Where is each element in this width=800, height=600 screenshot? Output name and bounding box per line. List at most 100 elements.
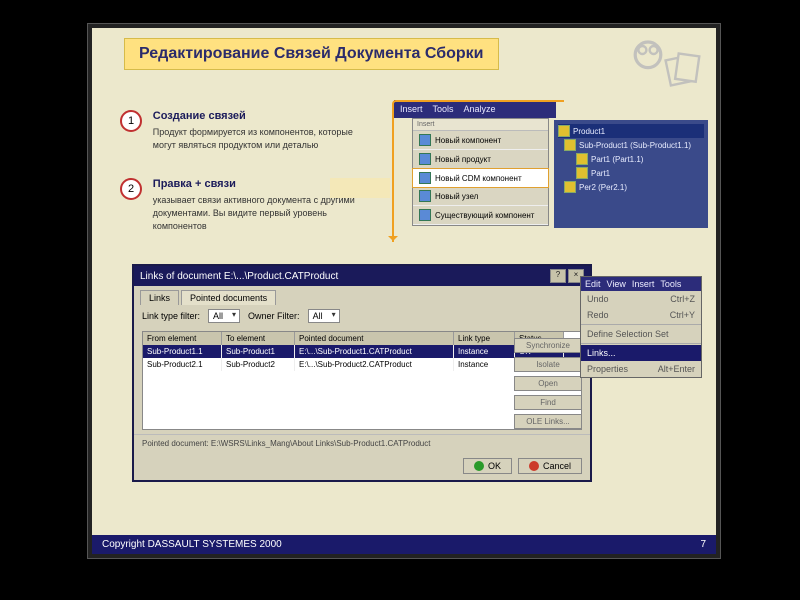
tree-node-root[interactable]: Product1	[558, 124, 704, 138]
cell: Sub-Product1.1	[143, 345, 222, 358]
menubar-item[interactable]: Edit	[585, 279, 601, 289]
component-icon	[419, 134, 431, 146]
edit-menu-popup: Edit View Insert Tools Undo Ctrl+Z Redo Ct…	[580, 276, 702, 378]
help-button[interactable]: ?	[550, 269, 566, 283]
tree-label: Sub-Product1 (Sub-Product1.1)	[579, 141, 691, 150]
menu-section: Insert	[413, 119, 548, 131]
app-menubar: Insert Tools Analyze	[394, 100, 556, 118]
menu-item-links[interactable]: Links...	[581, 345, 701, 361]
link-type-filter[interactable]: All	[208, 309, 240, 323]
menu-item-label: Новый компонент	[435, 136, 501, 145]
column-header[interactable]: From element	[143, 332, 222, 345]
tab-links[interactable]: Links	[140, 290, 179, 305]
menubar-item[interactable]: Analyze	[464, 104, 496, 114]
menu-accel: Alt+Enter	[658, 364, 695, 374]
footer-bar: Copyright DASSAULT SYSTEMES 2000 7	[92, 535, 716, 554]
menu-item-new-product[interactable]: Новый продукт	[413, 150, 548, 169]
assembly-tree[interactable]: Product1 Sub-Product1 (Sub-Product1.1) P…	[554, 120, 708, 228]
tree-node[interactable]: Part1	[576, 166, 704, 180]
cell: Instance	[454, 358, 515, 371]
step-2: 2 Правка + связи указывает связи активно…	[120, 178, 373, 233]
synchronize-button[interactable]: Synchronize	[514, 338, 582, 353]
step-number: 1	[120, 110, 142, 132]
links-dialog: Links of document E:\...\Product.CATProd…	[132, 264, 592, 482]
tree-node[interactable]: Part1 (Part1.1)	[576, 152, 704, 166]
menu-item-label: Новый узел	[435, 192, 478, 201]
tree-label: Part1	[591, 169, 610, 178]
menubar-item[interactable]: Insert	[632, 279, 655, 289]
step-1: 1 Создание связей Продукт формируется из…	[120, 110, 373, 152]
tree-label: Part1 (Part1.1)	[591, 155, 643, 164]
button-label: Cancel	[543, 461, 571, 471]
menu-item-label: Undo	[587, 294, 609, 304]
menu-item-selection-set[interactable]: Define Selection Set	[581, 326, 701, 342]
open-button[interactable]: Open	[514, 376, 582, 391]
insert-menu-popup: Insert Новый компонент Новый продукт Нов…	[412, 118, 549, 226]
slide: Редактирование Связей Документа Сборки 1…	[88, 24, 720, 558]
cell: Sub-Product2.1	[143, 358, 222, 371]
isolate-button[interactable]: Isolate	[514, 357, 582, 372]
page-number: 7	[700, 539, 706, 550]
ok-button[interactable]: OK	[463, 458, 512, 474]
node-icon	[419, 190, 431, 202]
step-text: Продукт формируется из компонентов, кото…	[153, 126, 373, 152]
existing-icon	[419, 209, 431, 221]
tree-node[interactable]: Sub-Product1 (Sub-Product1.1)	[564, 138, 704, 152]
step-number: 2	[120, 178, 142, 200]
menu-item-new-component[interactable]: Новый компонент	[413, 131, 548, 150]
cell: E:\...\Sub-Product2.CATProduct	[295, 358, 454, 371]
menu-item-new-cdm[interactable]: Новый CDM компонент	[412, 168, 549, 188]
menu-item-label: Новый CDM компонент	[435, 174, 522, 183]
dialog-status: Pointed document: E:\WSRS\Links_Mang\Abo…	[134, 434, 590, 452]
dialog-title: Links of document E:\...\Product.CATProd…	[140, 271, 338, 282]
decorative-icons	[624, 34, 704, 90]
step-heading: Создание связей	[153, 110, 373, 122]
button-label: OK	[488, 461, 501, 471]
menubar-item[interactable]: Tools	[660, 279, 681, 289]
product-icon	[419, 153, 431, 165]
product-icon	[558, 125, 570, 137]
cdm-icon	[419, 172, 431, 184]
tab-pointed-documents[interactable]: Pointed documents	[181, 290, 276, 305]
menu-item-label: Properties	[587, 364, 628, 374]
find-button[interactable]: Find	[514, 395, 582, 410]
cancel-button[interactable]: Cancel	[518, 458, 582, 474]
menu-item-label: Существующий компонент	[435, 211, 534, 220]
menu-item-undo[interactable]: Undo Ctrl+Z	[581, 291, 701, 307]
column-header[interactable]: Pointed document	[295, 332, 454, 345]
ole-links-button[interactable]: OLE Links...	[514, 414, 582, 429]
product-icon	[564, 181, 576, 193]
menu-item-label: Define Selection Set	[587, 329, 669, 339]
cell: Instance	[454, 345, 515, 358]
cell: E:\...\Sub-Product1.CATProduct	[295, 345, 454, 358]
filter-label: Link type filter:	[142, 311, 200, 321]
menubar-item[interactable]: Insert	[400, 104, 423, 114]
copyright-text: Copyright DASSAULT SYSTEMES 2000	[102, 539, 282, 550]
menu-item-properties[interactable]: Properties Alt+Enter	[581, 361, 701, 377]
page-title: Редактирование Связей Документа Сборки	[124, 38, 499, 70]
cancel-icon	[529, 461, 539, 471]
cell: Sub-Product2	[222, 358, 295, 371]
menubar-item[interactable]: View	[607, 279, 626, 289]
menu-item-existing[interactable]: Существующий компонент	[413, 206, 548, 225]
tree-label: Per2 (Per2.1)	[579, 183, 627, 192]
menu-item-label: Redo	[587, 310, 609, 320]
menu-item-label: Links...	[587, 348, 616, 358]
tree-node[interactable]: Per2 (Per2.1)	[564, 180, 704, 194]
ok-icon	[474, 461, 484, 471]
owner-filter[interactable]: All	[308, 309, 340, 323]
menu-accel: Ctrl+Z	[670, 294, 695, 304]
column-header[interactable]: To element	[222, 332, 295, 345]
menu-item-redo[interactable]: Redo Ctrl+Y	[581, 307, 701, 323]
column-header[interactable]: Link type	[454, 332, 515, 345]
product-icon	[564, 139, 576, 151]
menubar-item[interactable]: Tools	[433, 104, 454, 114]
part-icon	[576, 153, 588, 165]
cell: Sub-Product1	[222, 345, 295, 358]
menu-accel: Ctrl+Y	[670, 310, 695, 320]
part-icon	[576, 167, 588, 179]
dialog-titlebar: Links of document E:\...\Product.CATProd…	[134, 266, 590, 286]
menu-item-new-node[interactable]: Новый узел	[413, 187, 548, 206]
tree-label: Product1	[573, 127, 605, 136]
step-text: указывает связи активного документа с др…	[153, 194, 373, 233]
